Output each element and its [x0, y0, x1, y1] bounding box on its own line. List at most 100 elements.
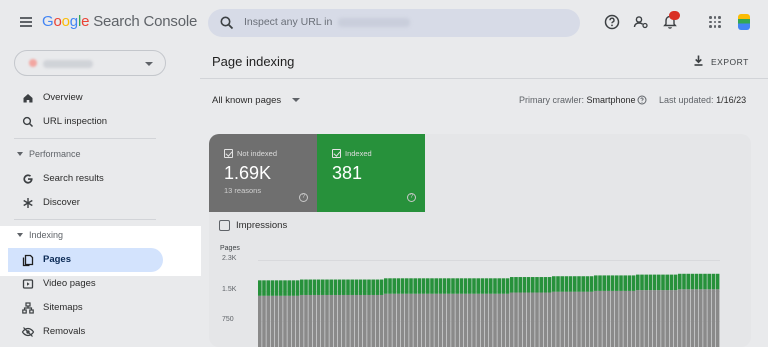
bar-not-indexed[interactable]	[384, 293, 388, 347]
bar-indexed[interactable]	[430, 278, 434, 294]
bar-indexed[interactable]	[699, 273, 703, 290]
bar-not-indexed[interactable]	[321, 294, 325, 347]
bar-indexed[interactable]	[300, 279, 304, 295]
bar-indexed[interactable]	[594, 275, 598, 291]
bar-not-indexed[interactable]	[501, 293, 506, 347]
bar-indexed[interactable]	[669, 274, 674, 291]
bar-indexed[interactable]	[287, 280, 291, 296]
bar-indexed[interactable]	[350, 279, 354, 295]
bar-indexed[interactable]	[295, 280, 300, 296]
bar-not-indexed[interactable]	[274, 295, 279, 347]
bar-not-indexed[interactable]	[300, 294, 304, 347]
bar-not-indexed[interactable]	[573, 291, 577, 347]
bar-indexed[interactable]	[438, 278, 443, 294]
bar-indexed[interactable]	[392, 278, 396, 294]
bar-indexed[interactable]	[463, 278, 468, 294]
bar-not-indexed[interactable]	[535, 292, 539, 347]
bar-not-indexed[interactable]	[375, 294, 380, 347]
bar-not-indexed[interactable]	[665, 290, 669, 347]
bar-not-indexed[interactable]	[602, 290, 606, 347]
bar-not-indexed[interactable]	[690, 289, 695, 347]
bar-not-indexed[interactable]	[627, 290, 632, 347]
bar-not-indexed[interactable]	[409, 293, 413, 347]
bar-indexed[interactable]	[337, 279, 342, 295]
bar-indexed[interactable]	[421, 278, 426, 294]
bar-not-indexed[interactable]	[308, 294, 312, 347]
apps-grid-icon[interactable]	[709, 16, 721, 28]
indexed-tile[interactable]: Indexed 381 ?	[317, 134, 425, 212]
bar-indexed[interactable]	[631, 275, 636, 291]
bar-not-indexed[interactable]	[400, 293, 405, 347]
bar-indexed[interactable]	[258, 280, 262, 296]
not-indexed-tile[interactable]: Not indexed 1.69K 13 reasons ?	[209, 134, 317, 212]
nav-sitemaps[interactable]: Sitemaps	[0, 296, 200, 320]
bar-not-indexed[interactable]	[589, 291, 594, 347]
bar-not-indexed[interactable]	[585, 291, 590, 347]
bar-indexed[interactable]	[333, 279, 338, 295]
bar-not-indexed[interactable]	[354, 294, 359, 347]
bar-indexed[interactable]	[476, 278, 480, 294]
bar-indexed[interactable]	[535, 277, 539, 293]
bar-not-indexed[interactable]	[707, 289, 711, 347]
bar-not-indexed[interactable]	[371, 294, 375, 347]
account-avatar[interactable]	[738, 14, 750, 30]
bar-indexed[interactable]	[442, 278, 447, 294]
bar-not-indexed[interactable]	[405, 293, 409, 347]
bar-indexed[interactable]	[459, 278, 464, 294]
bar-indexed[interactable]	[711, 273, 716, 290]
bar-not-indexed[interactable]	[325, 294, 329, 347]
bar-indexed[interactable]	[304, 279, 308, 295]
bar-not-indexed[interactable]	[715, 289, 720, 347]
bar-indexed[interactable]	[615, 275, 619, 291]
bar-indexed[interactable]	[547, 277, 552, 293]
bar-indexed[interactable]	[665, 274, 669, 291]
bar-indexed[interactable]	[602, 275, 606, 291]
bar-indexed[interactable]	[434, 278, 438, 294]
bar-not-indexed[interactable]	[451, 293, 455, 347]
bar-not-indexed[interactable]	[379, 294, 384, 347]
bar-not-indexed[interactable]	[673, 290, 678, 347]
bar-not-indexed[interactable]	[358, 294, 363, 347]
bar-not-indexed[interactable]	[505, 293, 510, 347]
bar-indexed[interactable]	[417, 278, 422, 294]
bar-indexed[interactable]	[354, 279, 359, 295]
bar-indexed[interactable]	[690, 273, 695, 290]
bar-not-indexed[interactable]	[468, 293, 472, 347]
bar-indexed[interactable]	[505, 278, 510, 294]
nav-url-inspection[interactable]: URL inspection	[0, 110, 200, 134]
bar-not-indexed[interactable]	[552, 291, 556, 347]
bar-indexed[interactable]	[484, 278, 489, 294]
bar-indexed[interactable]	[396, 278, 401, 294]
bar-not-indexed[interactable]	[564, 291, 569, 347]
bar-indexed[interactable]	[283, 280, 287, 296]
bar-indexed[interactable]	[501, 278, 506, 294]
bar-indexed[interactable]	[657, 274, 661, 291]
bar-not-indexed[interactable]	[342, 294, 346, 347]
bar-indexed[interactable]	[673, 274, 678, 291]
bar-not-indexed[interactable]	[312, 294, 317, 347]
bar-not-indexed[interactable]	[526, 292, 531, 347]
bar-not-indexed[interactable]	[266, 295, 270, 347]
bar-indexed[interactable]	[497, 278, 501, 294]
bar-not-indexed[interactable]	[279, 295, 283, 347]
bar-indexed[interactable]	[451, 278, 455, 294]
bar-indexed[interactable]	[682, 273, 686, 290]
bar-not-indexed[interactable]	[421, 293, 426, 347]
bar-indexed[interactable]	[346, 279, 350, 295]
bar-indexed[interactable]	[279, 280, 283, 296]
bar-indexed[interactable]	[426, 278, 430, 294]
bar-not-indexed[interactable]	[543, 292, 548, 347]
nav-overview[interactable]: Overview	[0, 86, 200, 110]
bar-not-indexed[interactable]	[367, 294, 371, 347]
nav-discover[interactable]: Discover	[0, 191, 200, 215]
app-logo[interactable]: Google Search Console	[42, 13, 197, 30]
bar-not-indexed[interactable]	[346, 294, 350, 347]
bar-indexed[interactable]	[606, 275, 611, 291]
bar-not-indexed[interactable]	[262, 295, 266, 347]
url-inspection-search[interactable]: Inspect any URL in	[208, 9, 580, 37]
bar-indexed[interactable]	[556, 276, 560, 292]
bar-not-indexed[interactable]	[686, 289, 690, 347]
bar-indexed[interactable]	[539, 277, 543, 293]
bar-indexed[interactable]	[325, 279, 329, 295]
bar-not-indexed[interactable]	[648, 290, 653, 347]
